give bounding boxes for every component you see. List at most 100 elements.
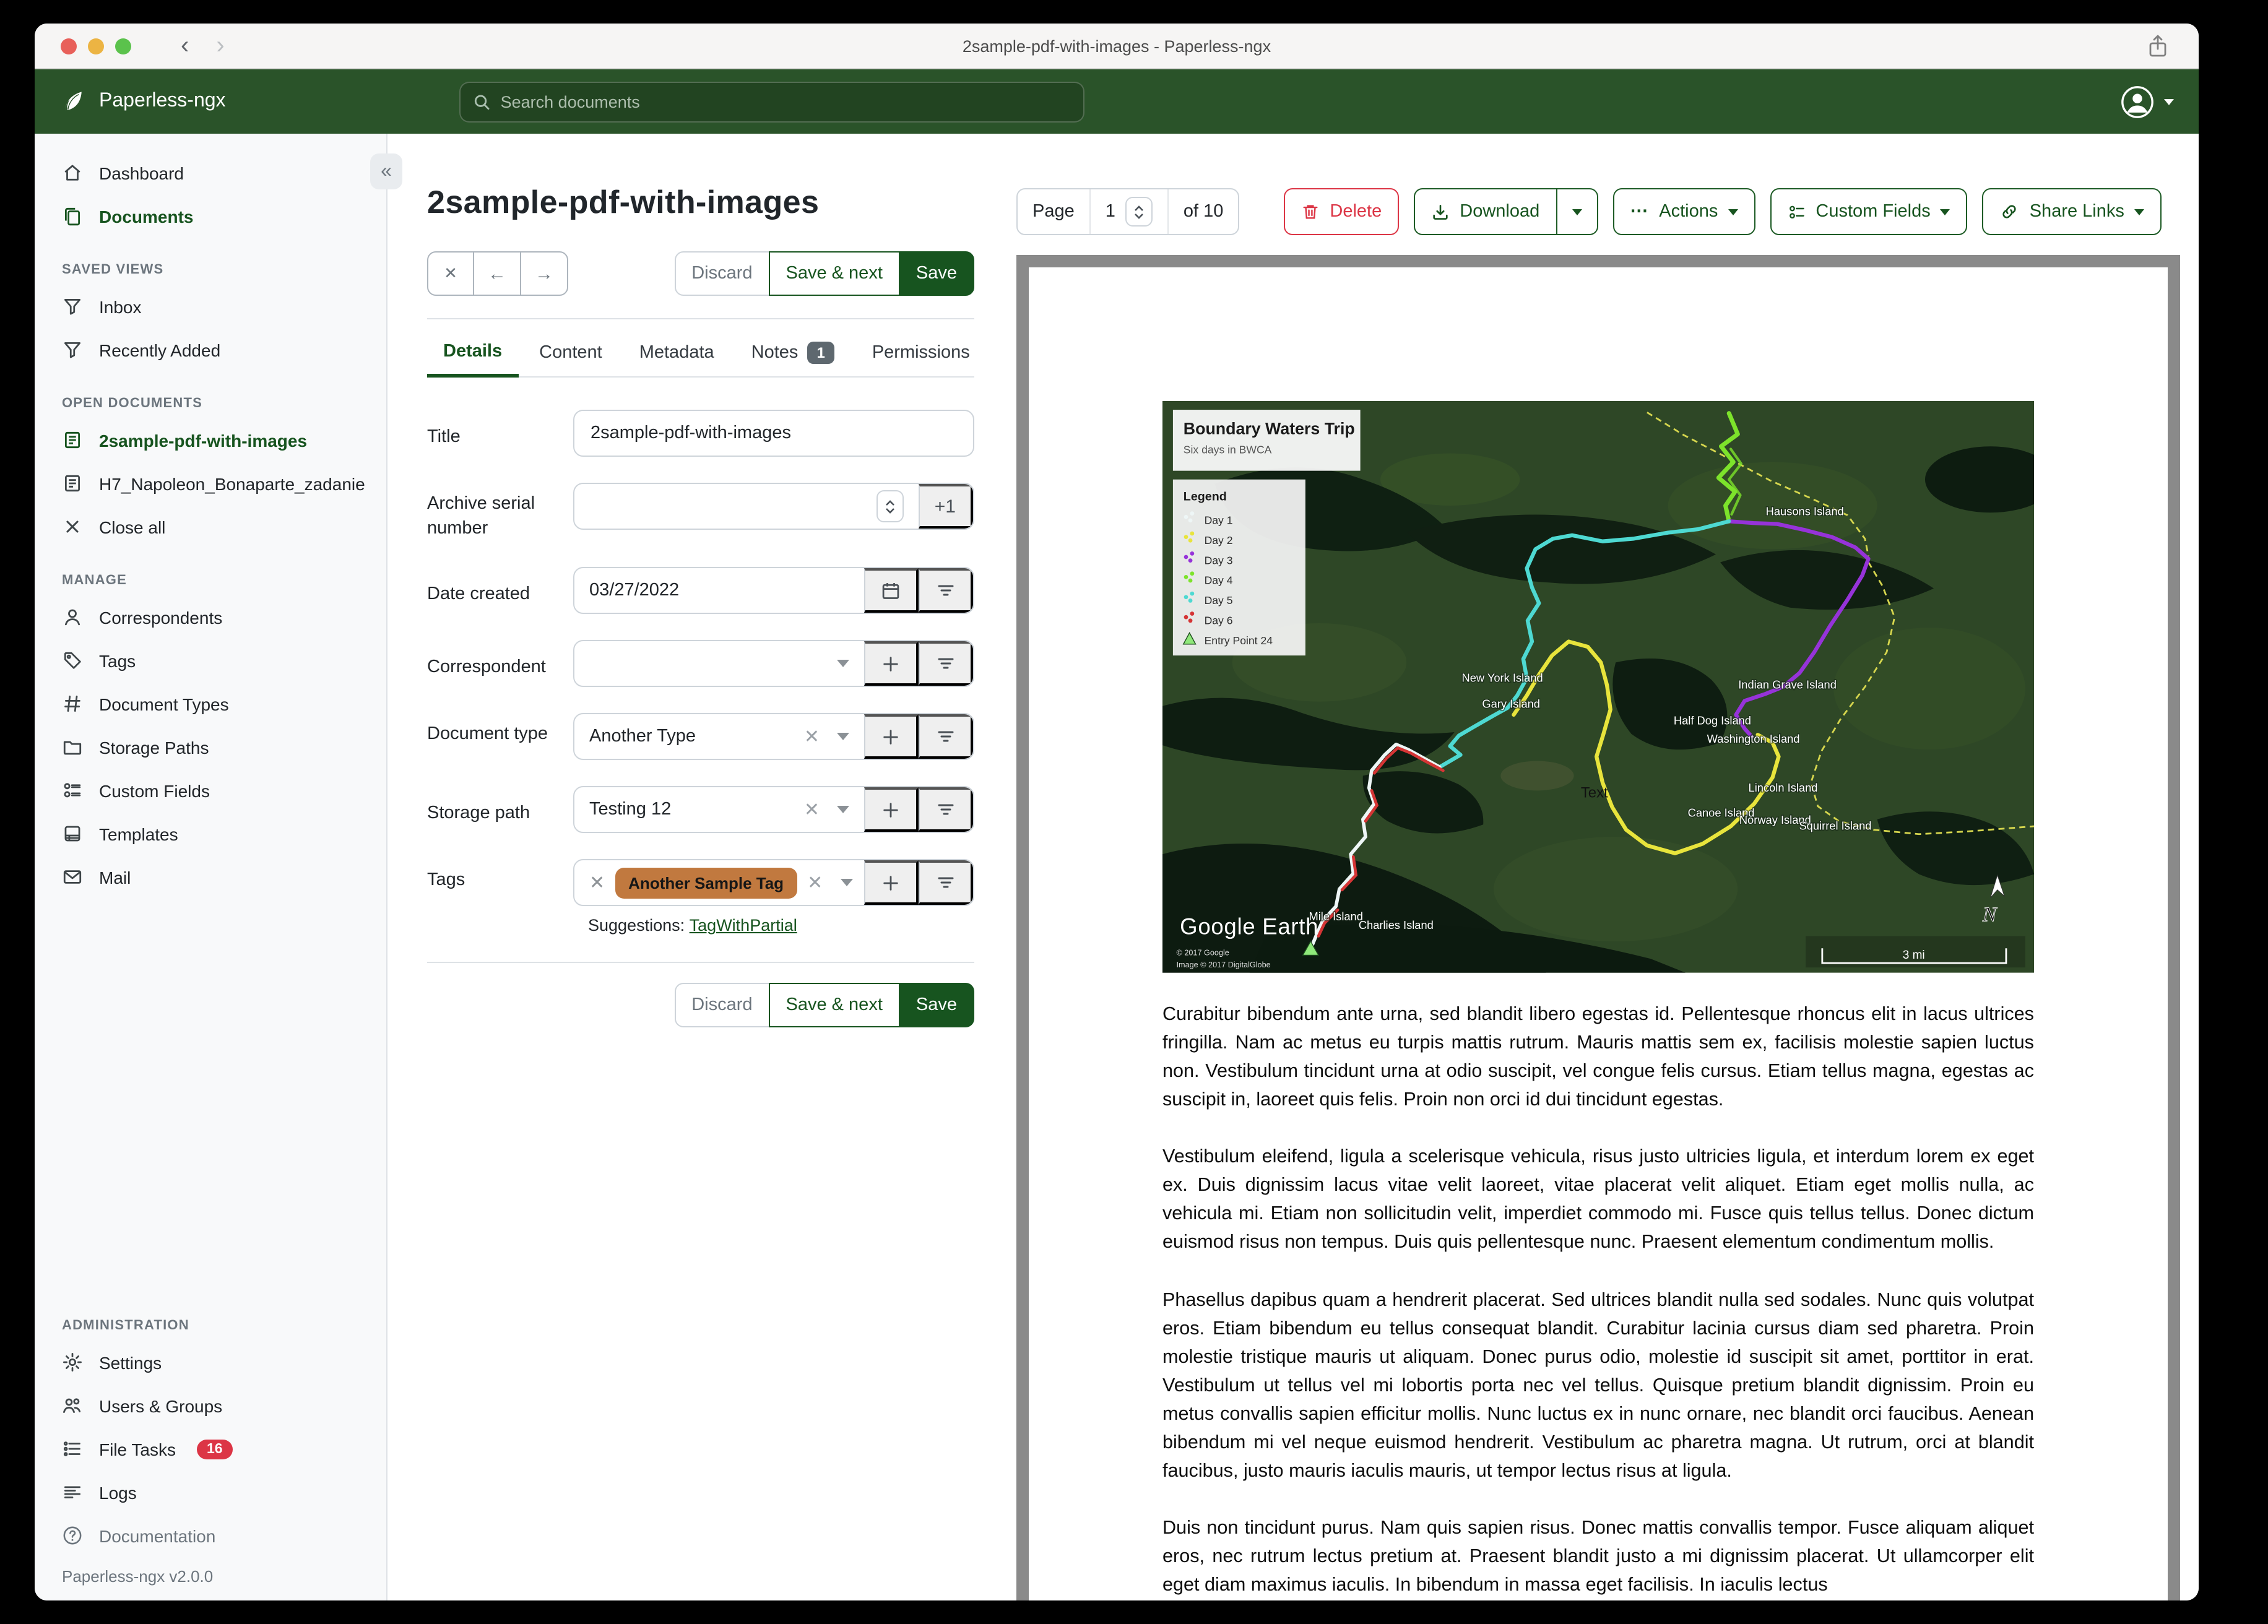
detail-tabs: Details Content Metadata Notes 1 Permiss…: [427, 327, 974, 378]
discard-button-bottom[interactable]: Discard: [674, 983, 770, 1028]
sidebar-item-file-tasks[interactable]: File Tasks 16: [35, 1427, 386, 1471]
user-menu[interactable]: [2119, 84, 2174, 119]
tab-permissions[interactable]: Permissions: [856, 327, 986, 376]
tab-metadata[interactable]: Metadata: [623, 327, 730, 376]
sidebar-open-doc[interactable]: H7_Napoleon_Bonaparte_zadanie: [35, 462, 386, 505]
sidebar-item-label: Logs: [99, 1482, 137, 1502]
suggestion-tag-link[interactable]: TagWithPartial: [690, 916, 797, 935]
tags-select[interactable]: ✕ Another Sample Tag ✕: [574, 860, 864, 905]
save-and-next-button-bottom[interactable]: Save & next: [768, 983, 900, 1028]
document-type-filter-icon[interactable]: [919, 714, 973, 759]
sidebar-item-custom-fields[interactable]: Custom Fields: [35, 769, 386, 812]
asn-plus-one-button[interactable]: +1: [918, 484, 973, 529]
sidebar-item-dashboard[interactable]: Dashboard: [35, 151, 386, 194]
sidebar-item-recently-added[interactable]: Recently Added: [35, 328, 386, 371]
save-button-bottom[interactable]: Save: [898, 983, 974, 1028]
search-bar[interactable]: [459, 81, 1084, 122]
actions-button[interactable]: ⋯ Actions: [1612, 188, 1755, 235]
clear-icon[interactable]: ✕: [804, 798, 820, 821]
sidebar-item-mail[interactable]: Mail: [35, 855, 386, 899]
map-text-annotation: Text: [1581, 785, 1608, 801]
document-type-select[interactable]: Another Type ✕: [574, 714, 864, 759]
add-tag-button[interactable]: [864, 860, 919, 905]
add-document-type-button[interactable]: [864, 714, 919, 759]
chevron-down-icon: [837, 660, 849, 668]
calendar-icon[interactable]: [864, 568, 919, 613]
date-filter-icon[interactable]: [919, 568, 973, 613]
field-label-tags: Tags: [427, 870, 465, 891]
preview-toolbar: Page 1 of 10 Delete Download ⋯ Actions C…: [1016, 188, 2180, 235]
svg-text:Day 2: Day 2: [1205, 534, 1233, 546]
sidebar-item-logs[interactable]: Logs: [35, 1471, 386, 1514]
search-icon: [474, 94, 490, 110]
island-label: Charlies Island: [1359, 918, 1434, 931]
tab-notes[interactable]: Notes 1: [735, 327, 851, 376]
island-label: New York Island: [1462, 671, 1543, 684]
brand[interactable]: Paperless-ngx: [59, 88, 366, 115]
template-card-icon: [62, 823, 83, 844]
storage-path-select[interactable]: Testing 12 ✕: [574, 787, 864, 832]
svg-text:Boundary Waters Trip: Boundary Waters Trip: [1184, 420, 1355, 438]
share-links-button[interactable]: Share Links: [1982, 188, 2162, 235]
close-document-button[interactable]: ✕: [427, 251, 474, 296]
correspondent-select[interactable]: [574, 641, 864, 686]
sidebar-item-storage-paths[interactable]: Storage Paths: [35, 725, 386, 769]
close-window-button[interactable]: [61, 38, 77, 54]
gear-icon: [62, 1352, 83, 1373]
sidebar-item-documents[interactable]: Documents: [35, 194, 386, 238]
sidebar-open-doc-current[interactable]: 2sample-pdf-with-images: [35, 418, 386, 462]
sidebar-item-users-groups[interactable]: Users & Groups: [35, 1384, 386, 1427]
storage-path-filter-icon[interactable]: [919, 787, 973, 832]
share-icon[interactable]: [2147, 33, 2169, 58]
sidebar-item-correspondents[interactable]: Correspondents: [35, 595, 386, 639]
zoom-window-button[interactable]: [115, 38, 131, 54]
previous-document-button[interactable]: ←: [473, 251, 521, 296]
discard-button[interactable]: Discard: [674, 251, 770, 296]
svg-text:3 mi: 3 mi: [1903, 949, 1925, 962]
sidebar-item-tags[interactable]: Tags: [35, 639, 386, 682]
asn-input[interactable]: [574, 484, 919, 529]
page-number-input[interactable]: 1: [1089, 189, 1167, 234]
sidebar-item-templates[interactable]: Templates: [35, 812, 386, 855]
save-button[interactable]: Save: [898, 251, 974, 296]
paperless-leaf-icon: [65, 92, 82, 111]
remove-tag-icon[interactable]: ✕: [589, 871, 605, 894]
number-stepper[interactable]: [876, 490, 904, 522]
app-window: ‹ › 2sample-pdf-with-images - Paperless-…: [35, 24, 2199, 1600]
sidebar-item-inbox[interactable]: Inbox: [35, 285, 386, 328]
field-label-document-type: Document type: [427, 724, 548, 745]
minimize-window-button[interactable]: [88, 38, 104, 54]
sidebar-item-documentation[interactable]: Documentation: [35, 1514, 386, 1557]
custom-fields-button[interactable]: Custom Fields: [1770, 188, 1968, 235]
sidebar-collapse-button[interactable]: «: [370, 153, 402, 189]
download-options-button[interactable]: [1556, 188, 1598, 235]
clear-icon[interactable]: ✕: [807, 871, 823, 894]
close-icon: [62, 516, 83, 537]
sidebar-item-close-all[interactable]: Close all: [35, 505, 386, 548]
title-input[interactable]: [573, 410, 974, 457]
pdf-preview-frame[interactable]: Hausons Island New York Island Gary Isla…: [1016, 255, 2180, 1600]
page-label: Page: [1032, 202, 1075, 222]
svg-text:Day 5: Day 5: [1205, 594, 1233, 607]
next-document-button[interactable]: →: [520, 251, 568, 296]
sidebar-item-document-types[interactable]: Document Types: [35, 682, 386, 725]
date-created-input[interactable]: [589, 581, 849, 601]
page-stepper[interactable]: [1125, 197, 1153, 227]
download-button[interactable]: Download: [1414, 188, 1557, 235]
tags-filter-icon[interactable]: [919, 860, 973, 905]
hash-icon: [62, 693, 83, 714]
sidebar-item-settings[interactable]: Settings: [35, 1341, 386, 1384]
search-input[interactable]: [500, 92, 1071, 111]
sidebar-heading-administration: ADMINISTRATION: [62, 1318, 189, 1333]
browser-back-button[interactable]: ‹: [181, 33, 189, 58]
save-and-next-button[interactable]: Save & next: [768, 251, 900, 296]
tab-details[interactable]: Details: [427, 327, 519, 378]
tag-chip[interactable]: Another Sample Tag: [615, 867, 798, 899]
add-storage-path-button[interactable]: [864, 787, 919, 832]
delete-button[interactable]: Delete: [1284, 188, 1400, 235]
add-correspondent-button[interactable]: [864, 641, 919, 686]
browser-forward-button[interactable]: ›: [216, 33, 224, 58]
correspondent-filter-icon[interactable]: [919, 641, 973, 686]
tab-content[interactable]: Content: [523, 327, 618, 376]
clear-icon[interactable]: ✕: [804, 725, 820, 748]
